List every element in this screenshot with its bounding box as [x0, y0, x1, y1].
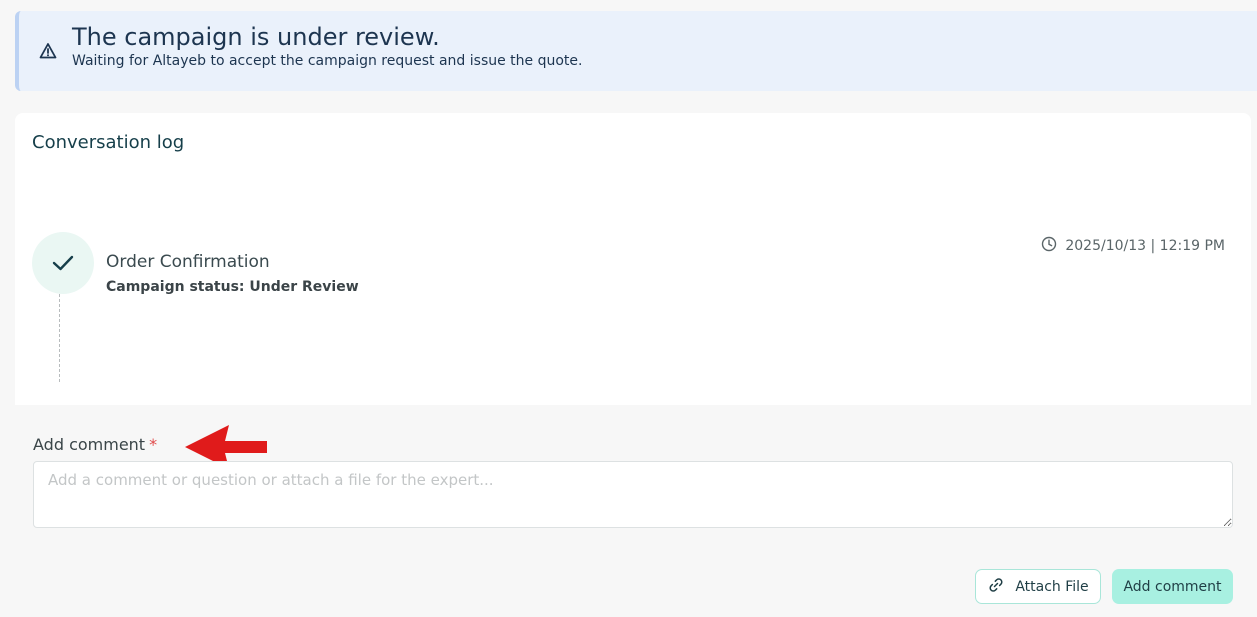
attach-file-label: Attach File: [1015, 578, 1089, 595]
event-status-circle: [32, 232, 94, 294]
comment-input[interactable]: [33, 461, 1233, 528]
warning-icon: [39, 42, 57, 60]
alert-description: Waiting for Altayeb to accept the campai…: [72, 53, 583, 69]
timeline-connector: [59, 294, 60, 382]
link-icon: [987, 576, 1005, 598]
conversation-log-card: Conversation log Order Confirmation Camp…: [15, 113, 1251, 405]
review-alert: The campaign is under review. Waiting fo…: [15, 11, 1257, 91]
alert-title: The campaign is under review.: [72, 23, 440, 51]
event-timestamp-text: 2025/10/13 | 12:19 PM: [1065, 238, 1225, 254]
conversation-log-title: Conversation log: [32, 132, 185, 153]
event-title: Order Confirmation: [106, 252, 270, 272]
add-comment-label-text: Add comment: [33, 435, 146, 454]
event-status: Campaign status: Under Review: [106, 279, 359, 295]
add-comment-button[interactable]: Add comment: [1112, 569, 1233, 604]
attach-file-button[interactable]: Attach File: [975, 569, 1101, 604]
event-timestamp: 2025/10/13 | 12:19 PM: [1041, 236, 1225, 256]
clock-icon: [1041, 236, 1057, 256]
add-comment-label: Add comment *: [33, 435, 157, 454]
required-asterisk: *: [149, 435, 158, 454]
